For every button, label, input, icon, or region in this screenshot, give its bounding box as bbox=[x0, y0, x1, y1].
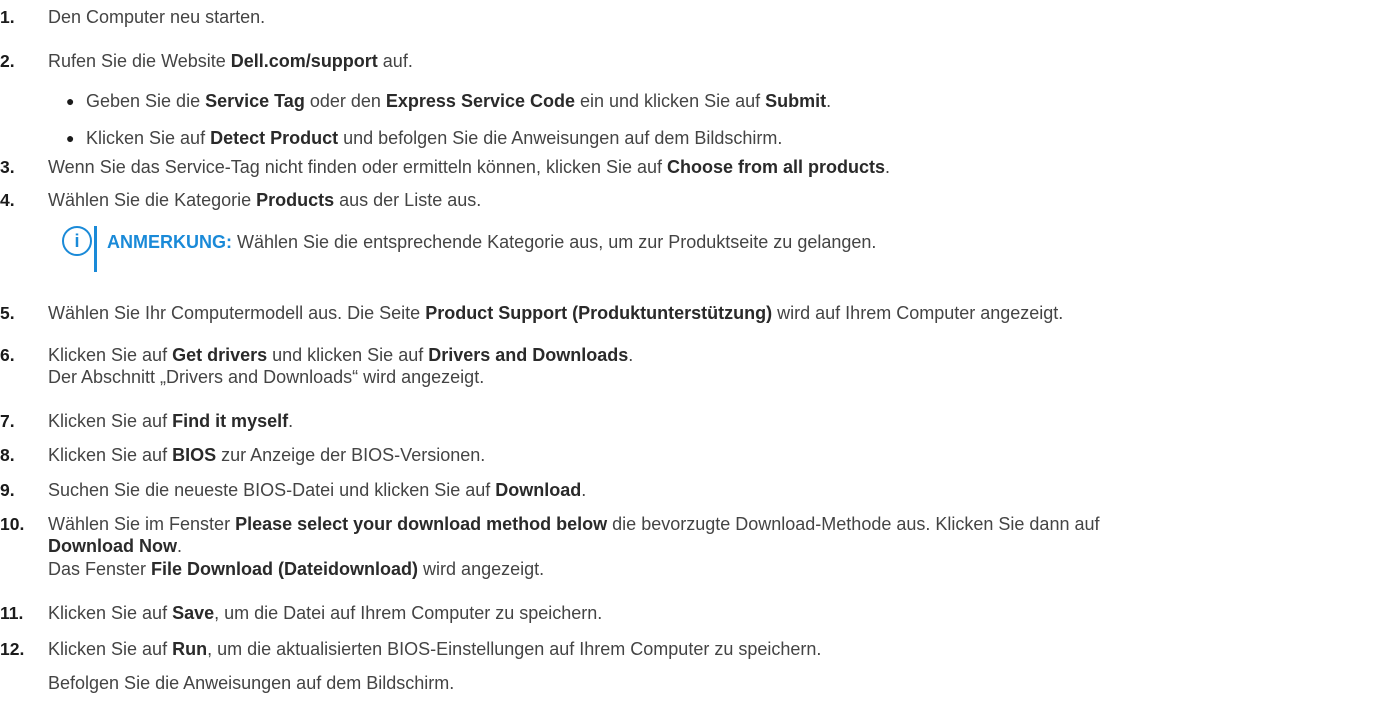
step-text: Rufen Sie die Website Dell.com/support a… bbox=[48, 51, 413, 71]
step-text: Suchen Sie die neueste BIOS-Datei und kl… bbox=[48, 480, 587, 500]
step-number: 12. bbox=[0, 639, 25, 659]
step-number: 9. bbox=[0, 480, 15, 500]
step-text: Wählen Sie Ihr Computermodell aus. Die S… bbox=[48, 303, 1064, 323]
step-number: 7. bbox=[0, 411, 15, 431]
step-number: 6. bbox=[0, 345, 15, 365]
step-number: 4. bbox=[0, 190, 15, 210]
step-number: 10. bbox=[0, 514, 25, 534]
step-number: 2. bbox=[0, 51, 15, 71]
step-number: 3. bbox=[0, 157, 15, 177]
step-text: Den Computer neu starten. bbox=[48, 7, 266, 27]
step-number: 11. bbox=[0, 603, 24, 623]
step-text: Klicken Sie auf BIOS zur Anzeige der BIO… bbox=[48, 445, 486, 465]
link-dell-support: Dell.com/support bbox=[230, 51, 378, 71]
step-text: Wählen Sie die Kategorie Products aus de… bbox=[48, 190, 482, 210]
note-label: ANMERKUNG: bbox=[107, 232, 232, 252]
step-text: Wenn Sie das Service-Tag nicht finden od… bbox=[48, 157, 891, 177]
step-number: 8. bbox=[0, 445, 15, 465]
info-circle-icon: i bbox=[62, 226, 92, 256]
note-text: ANMERKUNG: Wählen Sie die entsprechende … bbox=[107, 232, 877, 252]
step-text: Klicken Sie auf Find it myself. bbox=[48, 411, 294, 431]
step-text: Klicken Sie auf Save, um die Datei auf I… bbox=[48, 603, 603, 623]
bullet-text: Geben Sie die Service Tag oder den Expre… bbox=[86, 91, 832, 111]
bullet-icon: ● bbox=[66, 130, 75, 146]
step-text: Klicken Sie auf Get drivers und klicken … bbox=[48, 345, 634, 365]
step-text: Wählen Sie im Fenster Please select your… bbox=[48, 514, 1100, 534]
step-number: 1. bbox=[0, 7, 15, 27]
bullet-text: Klicken Sie auf Detect Product und befol… bbox=[86, 128, 783, 148]
step-number: 5. bbox=[0, 303, 15, 323]
bullet-icon: ● bbox=[66, 93, 75, 109]
note-divider bbox=[94, 226, 97, 272]
step-text: Klicken Sie auf Run, um die aktualisiert… bbox=[48, 639, 822, 659]
